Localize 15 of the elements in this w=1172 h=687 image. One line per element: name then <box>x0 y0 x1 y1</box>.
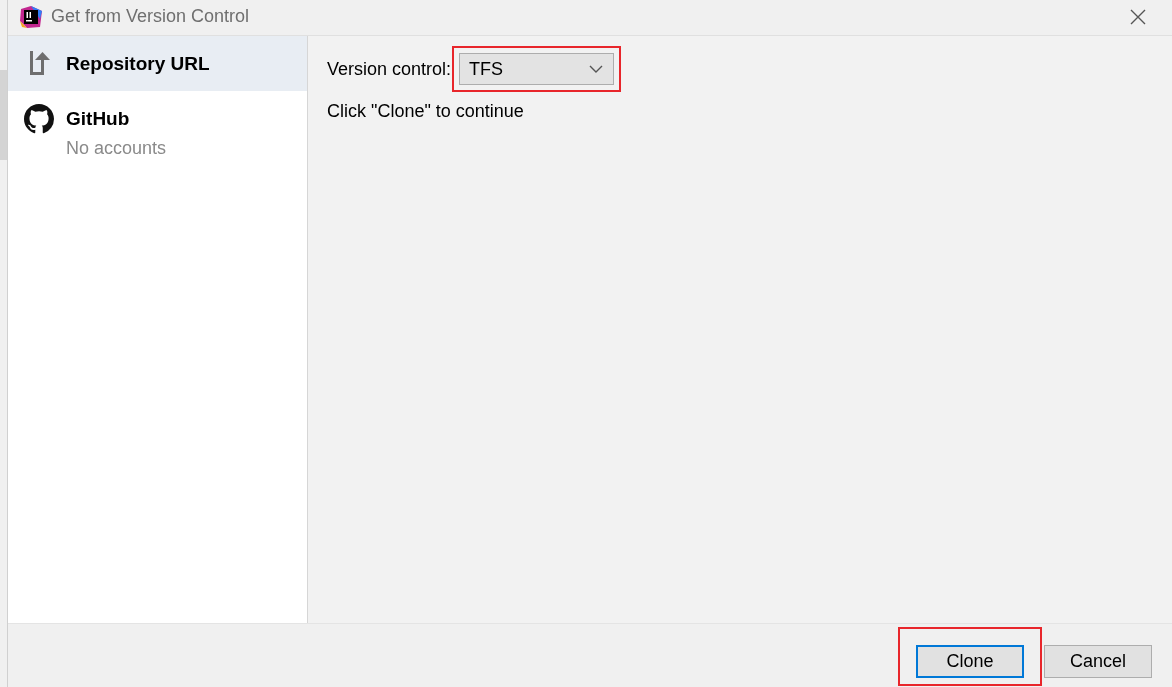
sidebar-item[interactable]: Repository URL <box>8 36 307 91</box>
app-logo-icon <box>19 4 43 29</box>
dialog-button[interactable]: Clone <box>916 645 1024 678</box>
hint-text: Click "Clone" to continue <box>327 100 525 123</box>
close-icon[interactable] <box>1130 8 1146 25</box>
window-title: Get from Version Control <box>51 5 250 28</box>
chevron-down-icon <box>589 65 604 73</box>
version-control-dropdown[interactable]: TFS <box>459 53 615 85</box>
field-label: Version control: <box>327 57 452 81</box>
github-icon <box>24 104 54 134</box>
item-subtitle: No accounts <box>66 137 167 159</box>
upload-arrow-icon <box>27 49 51 77</box>
item-label: GitHub <box>66 107 131 131</box>
item-label: Repository URL <box>66 52 210 76</box>
dialog-button[interactable]: Cancel <box>1044 645 1152 678</box>
